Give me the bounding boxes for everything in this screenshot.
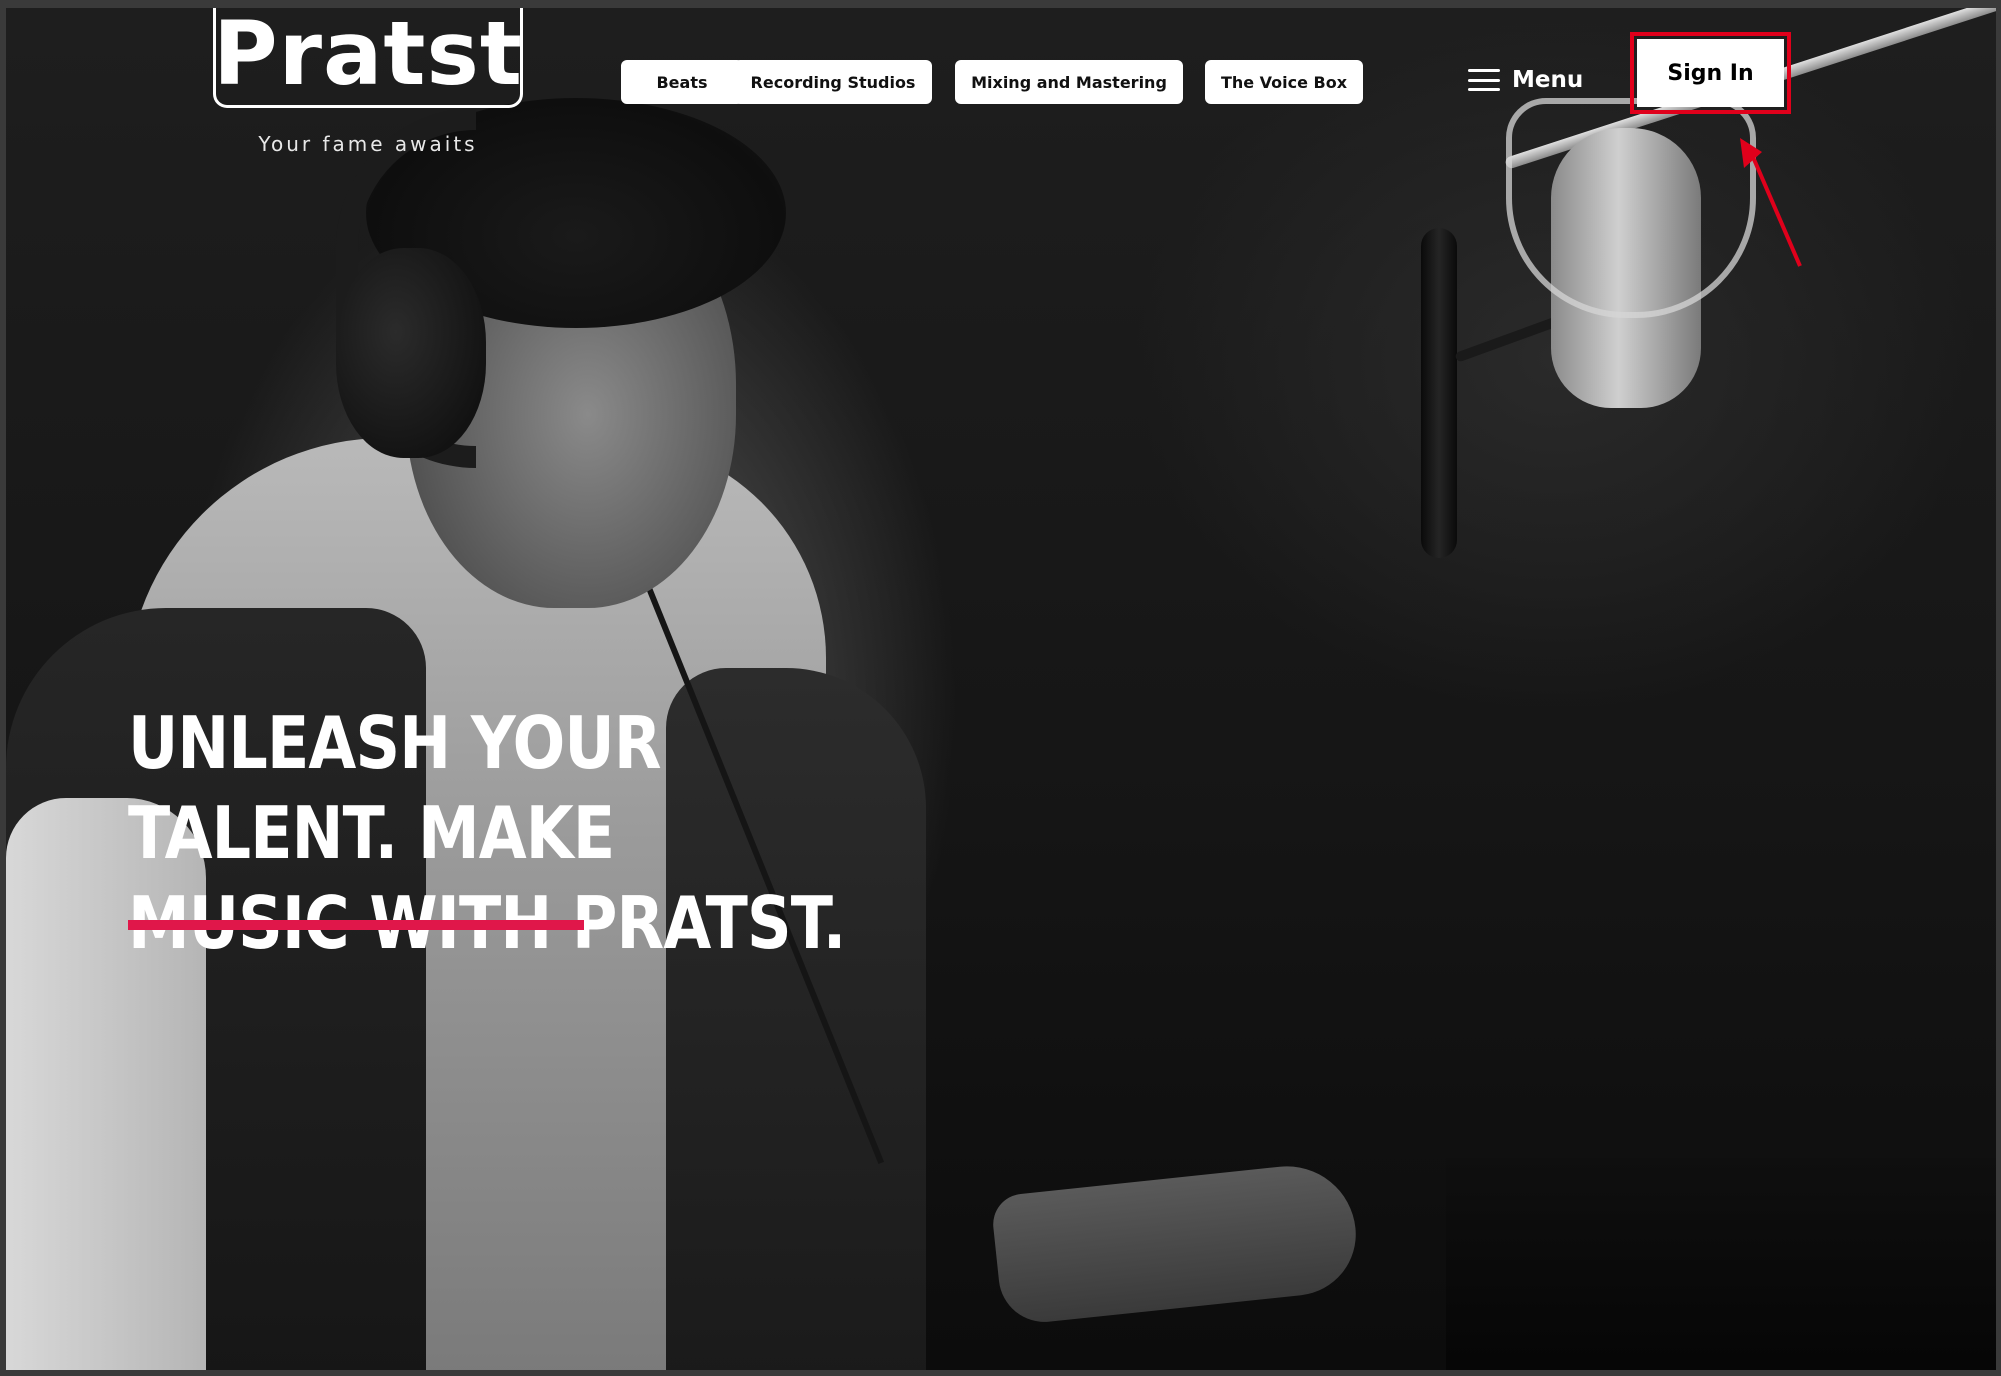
brand-name: Pratst — [213, 8, 523, 105]
headphones — [336, 108, 476, 468]
menu-label: Menu — [1512, 67, 1584, 93]
studio-desk — [1446, 1158, 1996, 1370]
brand-logo[interactable]: Pratst — [213, 8, 523, 108]
sign-in-button[interactable]: Sign In — [1637, 39, 1784, 107]
nav-item-recording-studios[interactable]: Recording Studios — [734, 60, 932, 104]
nav-item-beats[interactable]: Beats — [621, 60, 743, 104]
hero-section: Pratst Your fame awaits Beats Recording … — [6, 8, 1996, 1370]
nav-item-mixing-and-mastering[interactable]: Mixing and Mastering — [955, 60, 1183, 104]
hamburger-icon — [1468, 69, 1500, 91]
nav-item-the-voice-box[interactable]: The Voice Box — [1205, 60, 1363, 104]
brand-tagline: Your fame awaits — [258, 132, 478, 156]
pop-filter — [1421, 228, 1457, 558]
mic-gooseneck — [1454, 264, 1703, 363]
red-arrow-icon — [1740, 138, 1802, 267]
person-hand — [990, 1159, 1362, 1327]
mic-shock-mount — [1506, 98, 1756, 318]
accent-underline — [128, 920, 584, 930]
menu-button[interactable]: Menu — [1468, 60, 1583, 100]
headphone-cup — [336, 248, 486, 458]
studio-microphone — [1551, 128, 1701, 408]
person-head — [406, 178, 736, 608]
hero-headline-line1: UNLEASH YOUR TALENT. MAKE — [128, 701, 662, 875]
